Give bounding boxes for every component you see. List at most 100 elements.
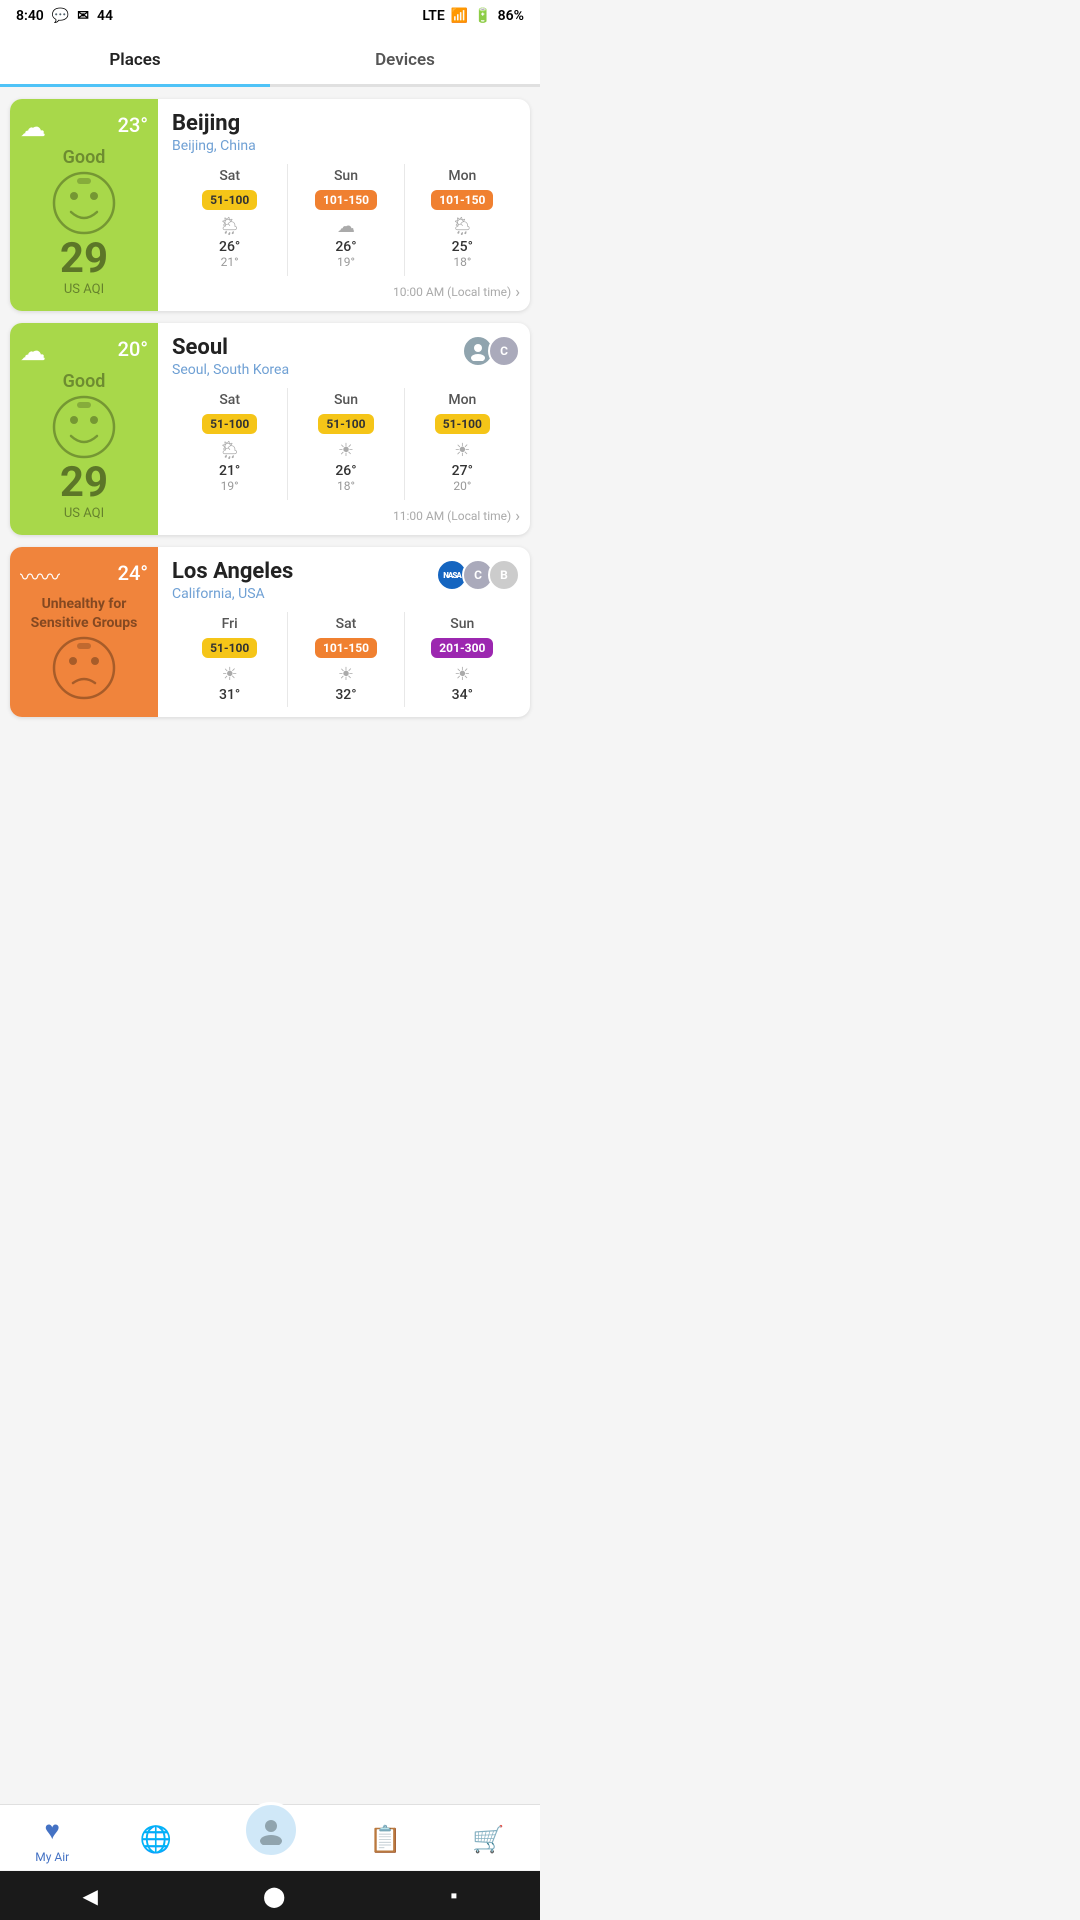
weather-icon-beijing-sat: 🌦 [218, 216, 241, 237]
forecast-la-sat: Sat 101-150 ☀ 32° [288, 612, 404, 707]
forecast-beijing: Sat 51-100 🌦 26° 21° Sun 101-150 ☁ 26° 1… [172, 164, 520, 276]
nav-globe[interactable]: 🌐 [140, 1825, 172, 1855]
nav-profile-center[interactable] [243, 1822, 299, 1858]
forecast-beijing-mon: Mon 101-150 🌦 25° 18° [405, 164, 520, 276]
weather-icon-beijing-sun: ☁ [337, 216, 355, 237]
chevron-icon-seoul: › [515, 506, 520, 525]
badge-la-fri: 51-100 [202, 638, 257, 658]
weather-icon-seoul-sat: 🌦 [218, 440, 241, 461]
card-right-beijing: Beijing Beijing, China Sat 51-100 🌦 26° … [158, 99, 530, 311]
badge-beijing-sun: 101-150 [315, 190, 377, 210]
gmail-icon: ✉ [77, 8, 89, 24]
card-seoul[interactable]: ☁ 20° Good 29 US AQI Seoul Seoul, South … [10, 323, 530, 535]
card-right-la: Los Angeles California, USA NASA C B Fri… [158, 547, 530, 717]
weather-icon-seoul-mon: ☀ [454, 440, 470, 461]
recents-button[interactable]: ▪ [450, 1883, 457, 1908]
card-left-beijing: ☁ 23° Good 29 US AQI [10, 99, 158, 311]
city-name-seoul: Seoul [172, 335, 289, 360]
weather-icon-la-sat: ☀ [338, 664, 354, 685]
face-icon-la [49, 633, 119, 703]
whatsapp-icon: 💬 [52, 8, 69, 24]
weather-icon-la-fri: ☀ [222, 664, 238, 685]
notification-count: 44 [97, 8, 113, 24]
temp-beijing: 23° [118, 113, 148, 137]
badge-la-sun: 201-300 [431, 638, 493, 658]
status-right: LTE 📶 🔋 86% [422, 8, 524, 24]
local-time-seoul: 11:00 AM (Local time) › [172, 506, 520, 525]
status-left: 8:40 💬 ✉ 44 [16, 8, 113, 24]
badge-beijing-mon: 101-150 [431, 190, 493, 210]
city-region-seoul: Seoul, South Korea [172, 362, 289, 378]
card-left-la: 〰〰 24° Unhealthy for Sensitive Groups [10, 547, 158, 717]
system-nav-bar: ◀ ⬤ ▪ [0, 1871, 540, 1920]
profile-center-icon [243, 1802, 299, 1858]
nav-myair[interactable]: ♥ My Air [35, 1815, 69, 1864]
aqi-label-la: Unhealthy for Sensitive Groups [20, 595, 148, 631]
wave-icon-la: 〰〰 [20, 561, 60, 590]
aqi-value-beijing: 29 [60, 238, 108, 280]
city-region-beijing: Beijing, China [172, 138, 256, 154]
bottom-nav: ♥ My Air 🌐 📋 🛒 [0, 1804, 540, 1870]
forecast-seoul-sat: Sat 51-100 🌦 21° 19° [172, 388, 288, 500]
badge-seoul-sat: 51-100 [202, 414, 257, 434]
battery-level: 86% [498, 8, 524, 24]
signal-icon: 📶 [451, 8, 468, 24]
globe-icon: 🌐 [140, 1825, 172, 1855]
list-icon: 📋 [369, 1825, 401, 1855]
aqi-value-seoul: 29 [60, 462, 108, 504]
face-icon-beijing [49, 168, 119, 238]
tab-devices[interactable]: Devices [270, 32, 540, 84]
badge-beijing-sat: 51-100 [202, 190, 257, 210]
avatar-b-la: B [488, 559, 520, 591]
chevron-icon-beijing: › [515, 282, 520, 301]
card-losangeles[interactable]: 〰〰 24° Unhealthy for Sensitive Groups Lo… [10, 547, 530, 717]
lte-label: LTE [422, 8, 444, 24]
forecast-la-sun: Sun 201-300 ☀ 34° [405, 612, 520, 707]
nav-list[interactable]: 📋 [369, 1825, 401, 1855]
cloud-icon-seoul: ☁ [20, 337, 46, 367]
avatar-c-seoul: C [488, 335, 520, 367]
status-bar: 8:40 💬 ✉ 44 LTE 📶 🔋 86% [0, 0, 540, 32]
forecast-seoul: Sat 51-100 🌦 21° 19° Sun 51-100 ☀ 26° 18… [172, 388, 520, 500]
nav-myair-label: My Air [35, 1850, 69, 1864]
nav-cart[interactable]: 🛒 [472, 1825, 504, 1855]
weather-icon-la-sun: ☀ [454, 664, 470, 685]
local-time-beijing: 10:00 AM (Local time) › [172, 282, 520, 301]
card-beijing[interactable]: ☁ 23° Good 29 US AQI Beijing Beijing, Ch… [10, 99, 530, 311]
heart-icon: ♥ [45, 1815, 60, 1846]
aqi-unit-seoul: US AQI [64, 506, 104, 521]
aqi-unit-beijing: US AQI [64, 282, 104, 297]
avatars-la: NASA C B [436, 559, 520, 591]
avatars-seoul: C [462, 335, 520, 367]
aqi-label-seoul: Good [63, 371, 106, 392]
city-region-la: California, USA [172, 586, 293, 602]
aqi-label-beijing: Good [63, 147, 106, 168]
weather-icon-seoul-sun: ☀ [338, 440, 354, 461]
badge-seoul-mon: 51-100 [435, 414, 490, 434]
tab-places[interactable]: Places [0, 32, 270, 84]
card-right-seoul: Seoul Seoul, South Korea C Sat 51-100 🌦 [158, 323, 530, 535]
forecast-la-fri: Fri 51-100 ☀ 31° [172, 612, 288, 707]
home-button[interactable]: ⬤ [263, 1884, 285, 1908]
status-time: 8:40 [16, 8, 44, 24]
location-cards: ☁ 23° Good 29 US AQI Beijing Beijing, Ch… [0, 87, 540, 729]
badge-la-sat: 101-150 [315, 638, 377, 658]
weather-icon-beijing-mon: 🌦 [451, 216, 474, 237]
city-name-la: Los Angeles [172, 559, 293, 584]
card-left-seoul: ☁ 20° Good 29 US AQI [10, 323, 158, 535]
badge-seoul-sun: 51-100 [318, 414, 373, 434]
city-name-beijing: Beijing [172, 111, 256, 136]
face-icon-seoul [49, 392, 119, 462]
temp-seoul: 20° [118, 337, 148, 361]
forecast-la: Fri 51-100 ☀ 31° Sat 101-150 ☀ 32° S [172, 612, 520, 707]
forecast-seoul-mon: Mon 51-100 ☀ 27° 20° [405, 388, 520, 500]
battery-icon: 🔋 [474, 8, 491, 24]
temp-la: 24° [118, 561, 148, 585]
back-button[interactable]: ◀ [83, 1884, 98, 1908]
cloud-icon-beijing: ☁ [20, 113, 46, 143]
forecast-beijing-sat: Sat 51-100 🌦 26° 21° [172, 164, 288, 276]
tab-bar: Places Devices [0, 32, 540, 87]
cart-icon: 🛒 [472, 1825, 504, 1855]
forecast-beijing-sun: Sun 101-150 ☁ 26° 19° [288, 164, 404, 276]
forecast-seoul-sun: Sun 51-100 ☀ 26° 18° [288, 388, 404, 500]
